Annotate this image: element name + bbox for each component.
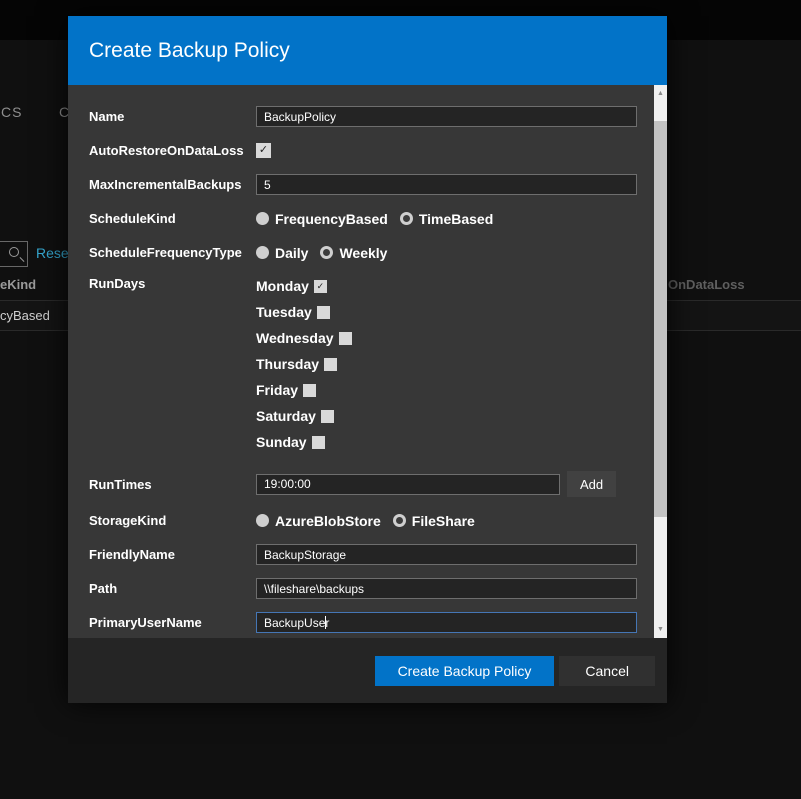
schedule-kind-frequencybased-label: FrequencyBased xyxy=(275,210,388,227)
frequency-weekly-radio[interactable] xyxy=(320,246,334,259)
run-times-row: RunTimes Add xyxy=(89,471,667,497)
background-column-header-fragment: OnDataLoss xyxy=(668,277,745,292)
max-incremental-label: MaxIncrementalBackups xyxy=(89,177,242,192)
cancel-button[interactable]: Cancel xyxy=(559,655,655,686)
schedule-frequency-label: ScheduleFrequencyType xyxy=(89,245,242,260)
schedule-kind-timebased-label: TimeBased xyxy=(418,210,494,227)
storage-azureblobstore-radio[interactable] xyxy=(256,514,269,527)
path-row: Path xyxy=(89,578,667,599)
friday-label: Friday xyxy=(256,382,299,398)
schedule-kind-label: ScheduleKind xyxy=(89,211,176,226)
scroll-down-icon: ▼ xyxy=(657,626,664,633)
primary-username-input[interactable] xyxy=(256,612,637,633)
run-days-row: RunDays Monday ✓ Tuesday ✓ Wednesday ✓ T… xyxy=(89,276,667,458)
run-times-label: RunTimes xyxy=(89,476,152,492)
tuesday-checkbox[interactable]: ✓ xyxy=(316,305,330,319)
primary-username-label: PrimaryUserName xyxy=(89,615,202,630)
monday-checkbox[interactable]: ✓ xyxy=(313,279,327,293)
friendly-name-row: FriendlyName xyxy=(89,544,667,565)
scroll-down-button[interactable]: ▼ xyxy=(654,621,667,638)
day-row-monday: Monday ✓ xyxy=(256,276,352,296)
path-label: Path xyxy=(89,581,118,596)
frequency-daily-label: Daily xyxy=(275,244,309,261)
tuesday-label: Tuesday xyxy=(256,304,312,320)
dialog-header: Create Backup Policy xyxy=(68,16,667,85)
saturday-label: Saturday xyxy=(256,408,316,424)
sunday-label: Sunday xyxy=(256,434,307,450)
wednesday-checkbox[interactable]: ✓ xyxy=(338,331,352,345)
background-cell-fragment: cyBased xyxy=(0,308,50,323)
schedule-kind-frequencybased-radio[interactable] xyxy=(256,212,269,225)
schedule-frequency-row: ScheduleFrequencyType Daily Weekly xyxy=(89,242,667,263)
scroll-up-button[interactable]: ▲ xyxy=(654,85,667,102)
saturday-checkbox[interactable]: ✓ xyxy=(320,409,334,423)
friendly-name-label: FriendlyName xyxy=(89,547,175,562)
dialog-footer: Create Backup Policy Cancel xyxy=(68,638,667,703)
thursday-checkbox[interactable]: ✓ xyxy=(324,357,338,371)
background-column-header-fragment: eKind xyxy=(0,277,37,292)
day-row-thursday: Thursday ✓ xyxy=(256,354,352,374)
name-row: Name xyxy=(89,106,667,127)
run-days-label: RunDays xyxy=(89,276,146,291)
storage-fileshare-radio[interactable] xyxy=(392,514,406,527)
friendly-name-input[interactable] xyxy=(256,544,637,565)
friday-checkbox[interactable]: ✓ xyxy=(303,383,317,397)
run-times-input[interactable] xyxy=(256,473,560,495)
sunday-checkbox[interactable]: ✓ xyxy=(311,435,325,449)
search-icon xyxy=(9,247,19,257)
background-tab-fragment: CS xyxy=(1,104,23,120)
day-row-saturday: Saturday ✓ xyxy=(256,406,352,426)
frequency-daily-radio[interactable] xyxy=(256,246,269,259)
create-backup-policy-dialog: Create Backup Policy Name AutoRestoreOnD… xyxy=(68,16,667,703)
check-icon: ✓ xyxy=(316,280,325,291)
auto-restore-label: AutoRestoreOnDataLoss xyxy=(89,143,244,158)
dialog-body: Name AutoRestoreOnDataLoss ✓ MaxIncremen… xyxy=(68,85,667,638)
text-caret xyxy=(325,616,326,629)
scrollbar-thumb[interactable] xyxy=(654,121,667,517)
day-row-tuesday: Tuesday ✓ xyxy=(256,302,352,322)
name-input[interactable] xyxy=(256,106,637,127)
day-row-sunday: Sunday ✓ xyxy=(256,432,352,452)
frequency-weekly-label: Weekly xyxy=(339,244,388,261)
auto-restore-row: AutoRestoreOnDataLoss ✓ xyxy=(89,140,667,161)
monday-label: Monday xyxy=(256,278,309,294)
day-row-friday: Friday ✓ xyxy=(256,380,352,400)
dialog-title: Create Backup Policy xyxy=(89,38,290,62)
storage-kind-label: StorageKind xyxy=(89,513,167,528)
storage-azureblobstore-label: AzureBlobStore xyxy=(275,512,381,529)
path-input[interactable] xyxy=(256,578,637,599)
name-label: Name xyxy=(89,109,125,124)
create-backup-policy-button[interactable]: Create Backup Policy xyxy=(374,655,555,686)
scroll-up-icon: ▲ xyxy=(657,90,664,97)
check-icon: ✓ xyxy=(258,144,269,156)
auto-restore-checkbox[interactable]: ✓ xyxy=(256,143,271,158)
max-incremental-input[interactable] xyxy=(256,174,637,195)
schedule-kind-timebased-radio[interactable] xyxy=(399,212,413,225)
storage-fileshare-label: FileShare xyxy=(411,512,475,529)
primary-username-row: PrimaryUserName xyxy=(89,612,667,633)
storage-kind-row: StorageKind AzureBlobStore FileShare xyxy=(89,510,667,531)
thursday-label: Thursday xyxy=(256,356,320,372)
dialog-scrollbar[interactable]: ▲ ▼ xyxy=(654,85,667,638)
day-row-wednesday: Wednesday ✓ xyxy=(256,328,352,348)
max-incremental-row: MaxIncrementalBackups xyxy=(89,174,667,195)
add-run-time-button[interactable]: Add xyxy=(567,471,617,497)
background-search-input[interactable] xyxy=(0,241,28,267)
schedule-kind-row: ScheduleKind FrequencyBased TimeBased xyxy=(89,208,667,229)
wednesday-label: Wednesday xyxy=(256,330,334,346)
